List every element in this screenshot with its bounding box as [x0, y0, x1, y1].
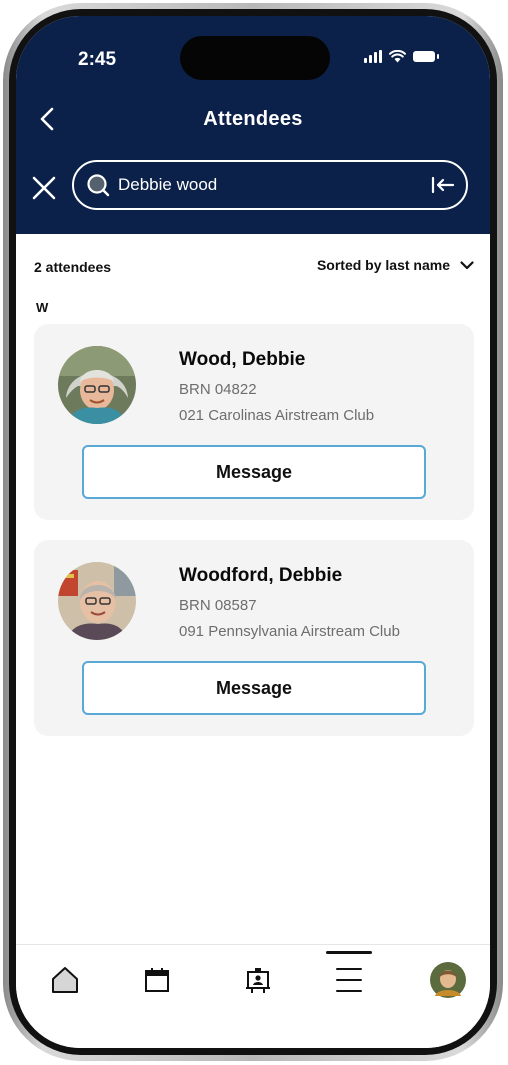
search-box[interactable]: [72, 160, 468, 210]
badge-icon: [246, 968, 270, 993]
attendee-club: 091 Pennsylvania Airstream Club: [179, 623, 400, 640]
profile-avatar: [430, 962, 466, 998]
avatar: [58, 562, 136, 640]
header: 2:45 Attendees: [16, 16, 490, 234]
attendee-count: 2 attendees: [34, 259, 112, 275]
attendee-card: Wood, Debbie BRN 04822 021 Carolinas Air…: [34, 324, 474, 520]
attendee-name: Wood, Debbie: [179, 349, 306, 370]
sort-dropdown[interactable]: Sorted by last name: [317, 257, 474, 273]
sort-label: Sorted by last name: [316, 257, 450, 273]
attendee-brn: BRN 04822: [179, 381, 257, 398]
message-button[interactable]: Message: [82, 661, 426, 715]
calendar-icon: [145, 968, 169, 992]
close-icon: [32, 176, 56, 200]
battery-icon: [413, 51, 439, 62]
avatar: [58, 346, 136, 424]
signal-icon: [364, 50, 382, 63]
menu-icon: [336, 968, 362, 992]
search-icon: [86, 173, 110, 197]
chevron-down-icon: [460, 260, 474, 269]
attendee-club: 021 Carolinas Airstream Club: [179, 407, 375, 424]
attendee-name: Woodford, Debbie: [179, 565, 343, 586]
wifi-icon: [389, 50, 406, 63]
status-time: 2:45: [78, 49, 117, 70]
message-button[interactable]: Message: [82, 445, 426, 499]
home-icon: [52, 967, 78, 993]
dynamic-island: [180, 36, 330, 80]
page-title: Attendees: [203, 108, 303, 130]
clear-input-icon[interactable]: [430, 174, 456, 196]
status-icons: [364, 50, 439, 63]
tab-bar: [16, 944, 490, 1048]
close-search-button[interactable]: [28, 172, 60, 204]
screen: 2:45 Attendees Debbie wood 2 attendees S…: [16, 16, 490, 1048]
attendee-card: Woodford, Debbie BRN 08587 091 Pennsylva…: [34, 540, 474, 736]
tab-profile[interactable]: [418, 945, 478, 1015]
tab-home[interactable]: [35, 945, 95, 1015]
tab-menu[interactable]: [319, 945, 379, 1015]
attendee-brn: BRN 08587: [179, 597, 257, 614]
search-input[interactable]: [118, 175, 408, 195]
section-letter: W: [36, 300, 49, 315]
tab-badge[interactable]: [228, 945, 288, 1015]
tab-calendar[interactable]: [127, 945, 187, 1015]
